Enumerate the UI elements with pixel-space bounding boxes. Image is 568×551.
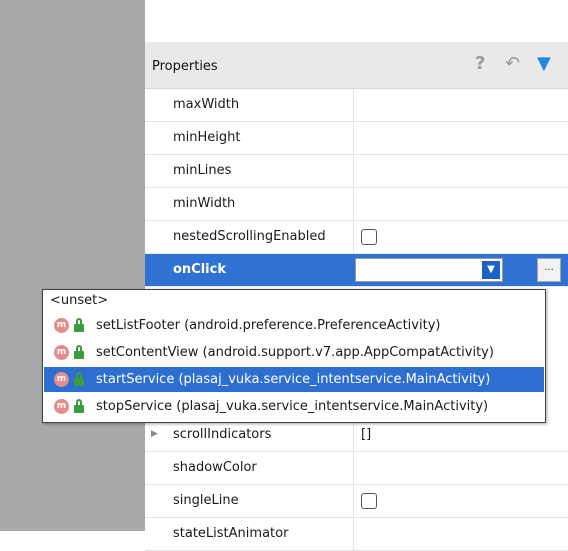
top-blank-area xyxy=(145,0,568,42)
column-divider xyxy=(353,419,354,451)
property-row-onclick[interactable]: onClick ▼ ... xyxy=(145,254,568,287)
property-name: minWidth xyxy=(173,196,236,211)
column-divider xyxy=(353,122,354,154)
nestedscrollingenabled-checkbox[interactable] xyxy=(361,229,377,245)
property-row-singleline[interactable]: singleLine xyxy=(145,485,568,518)
filter-icon[interactable]: ▼ xyxy=(537,54,551,74)
unlock-icon xyxy=(74,318,84,332)
property-row-scrollindicators[interactable]: ▶ scrollIndicators [] xyxy=(145,419,568,452)
property-name: maxWidth xyxy=(173,97,240,112)
property-name: singleLine xyxy=(173,493,239,508)
property-row-shadowcolor[interactable]: shadowColor xyxy=(145,452,568,485)
onclick-dropdown-list: <unset> m setListFooter (android.prefere… xyxy=(42,289,546,423)
column-divider xyxy=(353,452,354,484)
property-name: minHeight xyxy=(173,130,241,145)
properties-panel: Properties ? ↶ ▼ maxWidth minHeight minL… xyxy=(145,42,568,551)
dropdown-item-unset[interactable]: <unset> xyxy=(44,290,544,312)
column-divider xyxy=(353,155,354,187)
onclick-combobox[interactable]: ▼ xyxy=(355,258,503,282)
column-divider xyxy=(353,188,354,220)
unlock-icon xyxy=(74,372,84,386)
property-name: scrollIndicators xyxy=(173,427,272,442)
dropdown-item-label: setContentView (android.support.v7.app.A… xyxy=(96,345,494,360)
property-name: shadowColor xyxy=(173,460,257,475)
dropdown-item-label: setListFooter (android.preference.Prefer… xyxy=(96,318,441,333)
property-row-minheight[interactable]: minHeight xyxy=(145,122,568,155)
column-divider xyxy=(353,89,354,121)
expand-arrow-icon[interactable]: ▶ xyxy=(151,429,158,439)
singleline-checkbox[interactable] xyxy=(361,493,377,509)
property-name: onClick xyxy=(173,262,226,277)
property-row-maxwidth[interactable]: maxWidth xyxy=(145,89,568,122)
dropdown-item-label: stopService (plasaj_vuka.service_intents… xyxy=(96,399,489,414)
method-icon: m xyxy=(54,399,69,414)
column-divider xyxy=(353,485,354,517)
dropdown-item-label: <unset> xyxy=(50,293,109,308)
property-name: stateListAnimator xyxy=(173,526,289,541)
unlock-icon xyxy=(74,399,84,413)
dropdown-item-setlistfooter[interactable]: m setListFooter (android.preference.Pref… xyxy=(44,313,544,338)
properties-header: Properties ? ↶ ▼ xyxy=(145,42,568,89)
help-icon[interactable]: ? xyxy=(475,54,485,74)
property-value: [] xyxy=(361,427,372,442)
left-gray-area xyxy=(0,0,145,531)
undo-icon[interactable]: ↶ xyxy=(505,54,520,74)
column-divider xyxy=(353,518,354,550)
column-divider xyxy=(353,221,354,253)
properties-title: Properties xyxy=(152,59,218,74)
property-row-minlines[interactable]: minLines xyxy=(145,155,568,188)
property-row-statelistanimator[interactable]: stateListAnimator xyxy=(145,518,568,551)
dropdown-item-stopservice[interactable]: m stopService (plasaj_vuka.service_inten… xyxy=(44,394,544,419)
property-name: nestedScrollingEnabled xyxy=(173,229,326,244)
chevron-down-icon[interactable]: ▼ xyxy=(482,261,500,279)
dropdown-item-startservice[interactable]: m startService (plasaj_vuka.service_inte… xyxy=(44,367,544,392)
unlock-icon xyxy=(74,345,84,359)
dropdown-item-setcontentview[interactable]: m setContentView (android.support.v7.app… xyxy=(44,340,544,365)
property-row-minwidth[interactable]: minWidth xyxy=(145,188,568,221)
browse-button[interactable]: ... xyxy=(537,258,561,282)
dropdown-item-label: startService (plasaj_vuka.service_intent… xyxy=(96,372,491,387)
method-icon: m xyxy=(54,372,69,387)
method-icon: m xyxy=(54,318,69,333)
method-icon: m xyxy=(54,345,69,360)
property-name: minLines xyxy=(173,163,232,178)
property-row-nestedscrollingenabled[interactable]: nestedScrollingEnabled xyxy=(145,221,568,254)
